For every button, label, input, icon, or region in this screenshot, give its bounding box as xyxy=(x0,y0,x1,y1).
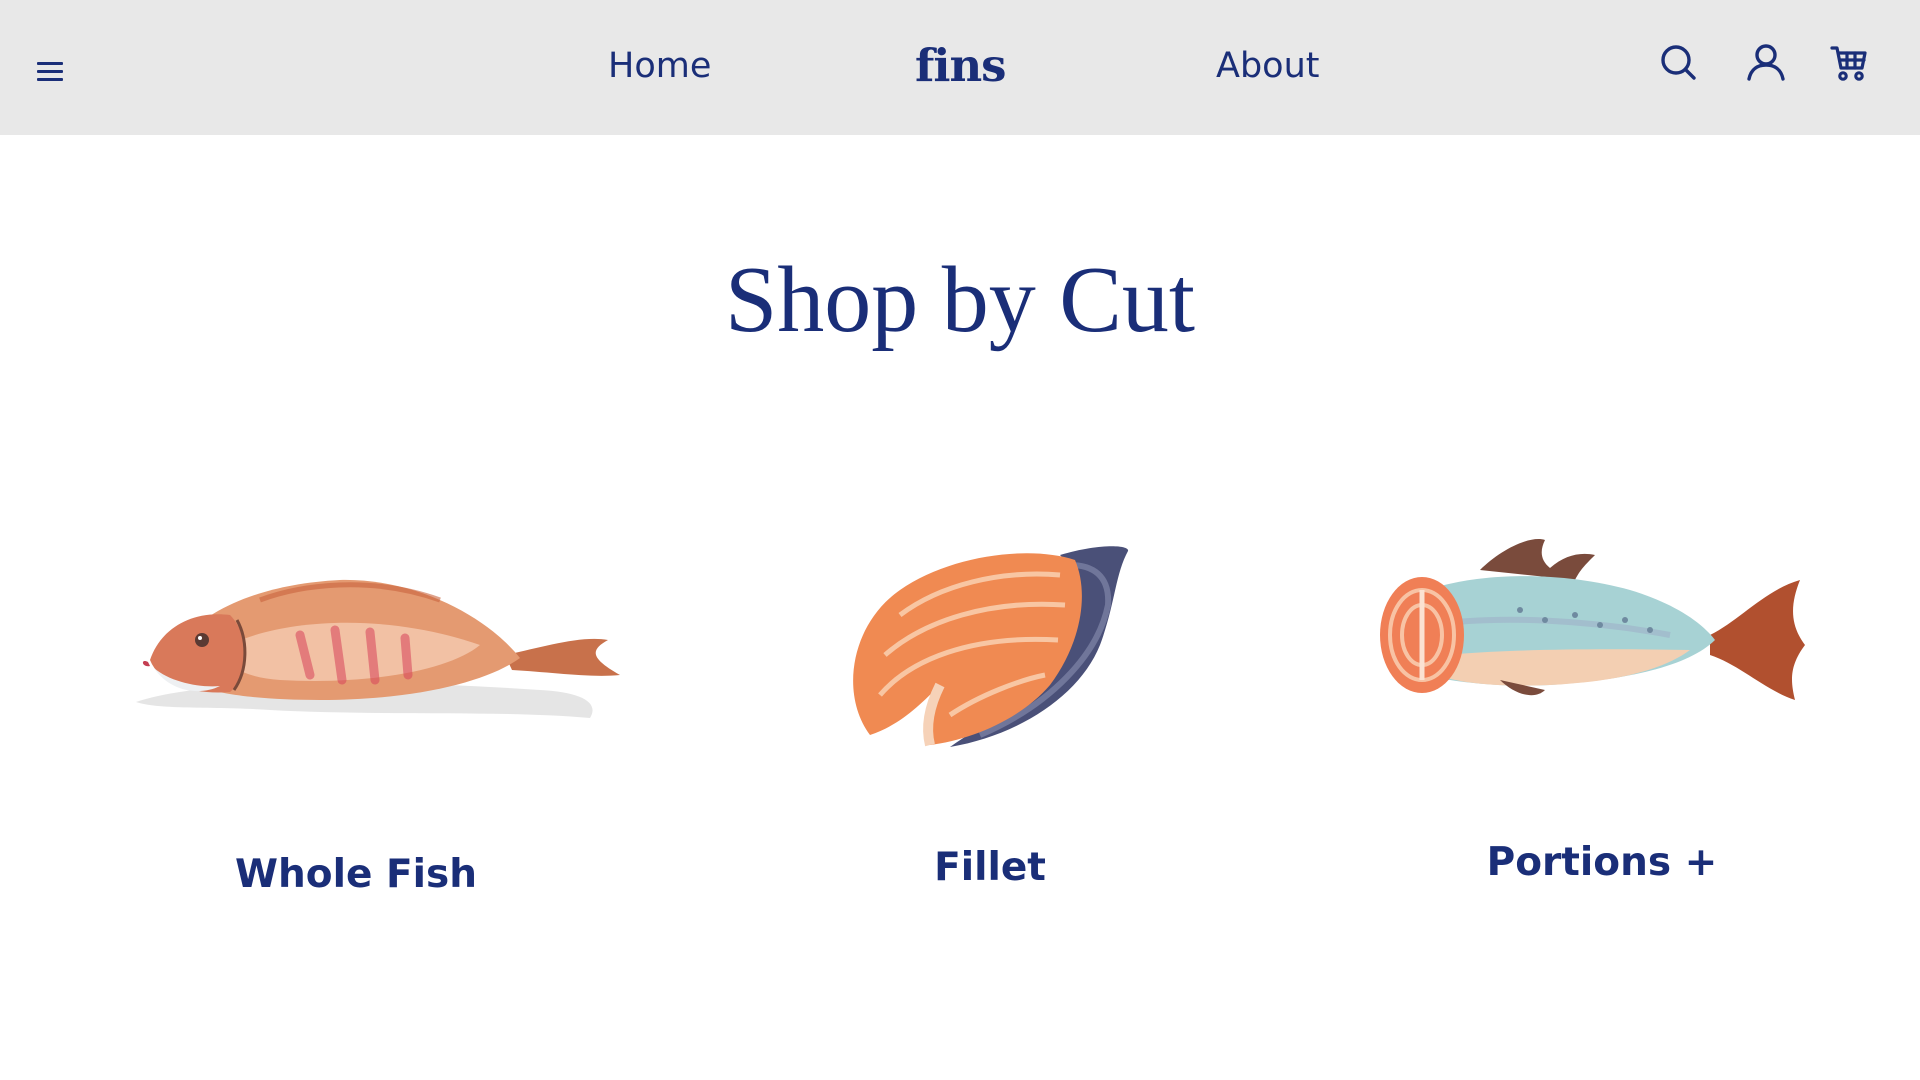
nav-link-about[interactable]: About xyxy=(1216,46,1319,86)
cut-card-whole-fish[interactable]: Whole Fish xyxy=(120,540,640,910)
fillet-image xyxy=(853,546,1129,747)
search-icon[interactable] xyxy=(1657,42,1701,86)
cut-label-fillet[interactable]: Fillet xyxy=(780,845,1200,891)
nav-link-home[interactable]: Home xyxy=(608,46,711,86)
site-logo[interactable]: fins xyxy=(915,38,1007,94)
section-title: Shop by Cut xyxy=(724,248,1196,352)
cut-label-whole-fish[interactable]: Whole Fish xyxy=(120,852,592,898)
cut-label-portions[interactable]: Portions + xyxy=(1370,840,1834,886)
cart-icon[interactable] xyxy=(1828,42,1872,86)
user-icon[interactable] xyxy=(1744,42,1788,86)
cut-card-fillet[interactable]: Fillet xyxy=(780,535,1200,905)
hamburger-menu-icon[interactable] xyxy=(34,56,68,86)
portion-cut-fish-image xyxy=(1380,539,1805,700)
cut-card-portions[interactable]: Portions + xyxy=(1370,530,1820,900)
page: Home fins About Shop by Cut Whole Fish F… xyxy=(0,0,1920,1080)
whole-fish-image xyxy=(136,579,620,718)
site-header: Home fins About xyxy=(0,0,1920,135)
